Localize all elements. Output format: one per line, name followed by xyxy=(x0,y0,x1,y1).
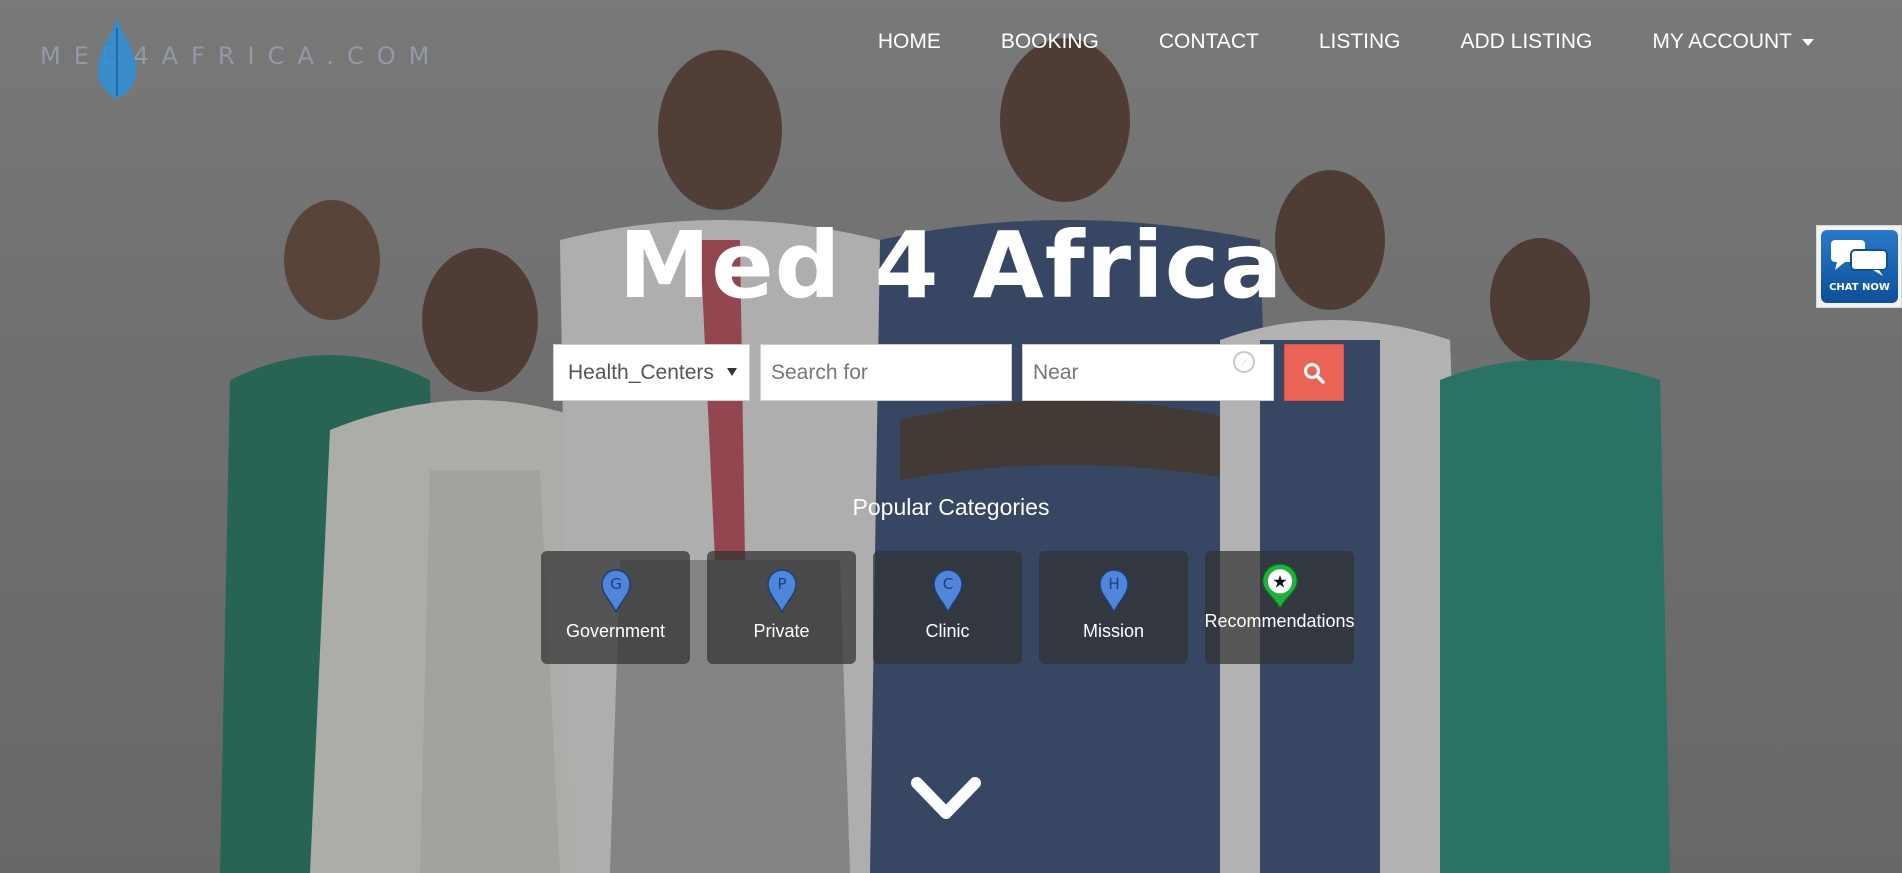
category-label: Clinic xyxy=(925,621,970,641)
category-mission[interactable]: H Mission xyxy=(1039,551,1188,664)
hero-title: Med 4 Africa xyxy=(618,212,1284,319)
nav-my-account-label: MY ACCOUNT xyxy=(1652,30,1792,53)
locate-icon[interactable] xyxy=(1232,350,1256,374)
nav-home-label: HOME xyxy=(877,30,941,53)
search-input[interactable] xyxy=(760,344,1012,401)
category-label: Mission xyxy=(1082,621,1144,641)
nav-contact[interactable]: CONTACT xyxy=(1129,30,1289,54)
search-button[interactable] xyxy=(1284,344,1344,401)
map-pin-h-icon: H xyxy=(1098,569,1129,613)
hero-background xyxy=(0,0,1902,873)
nav-booking[interactable]: BOOKING xyxy=(971,30,1129,54)
dropdown-arrow-icon xyxy=(727,367,737,376)
site-logo[interactable]: MED4AFRICA.COM xyxy=(40,18,429,98)
drop-icon xyxy=(97,18,137,98)
pin-letter: G xyxy=(610,575,622,593)
chevron-down-icon[interactable] xyxy=(911,775,981,825)
category-label: Private xyxy=(753,621,810,641)
nav-booking-label: BOOKING xyxy=(1000,30,1099,53)
pin-letter: H xyxy=(1108,575,1119,593)
category-government[interactable]: G Government xyxy=(541,551,690,664)
map-pin-g-icon: G xyxy=(600,569,631,613)
hero-overlay xyxy=(0,0,1902,873)
pin-letter: C xyxy=(942,575,952,593)
category-private[interactable]: P Private xyxy=(707,551,856,664)
category-label: Government xyxy=(565,621,666,641)
nav-contact-label: CONTACT xyxy=(1158,30,1259,53)
popular-categories-heading: Popular Categories xyxy=(852,494,1050,520)
nav-my-account[interactable]: MY ACCOUNT xyxy=(1622,30,1844,54)
category-select[interactable]: Health_Centers xyxy=(553,344,750,401)
pin-letter: ★ xyxy=(1272,572,1288,592)
search-icon xyxy=(1304,362,1325,384)
category-clinic[interactable]: C Clinic xyxy=(873,551,1022,664)
category-recommendations[interactable]: ★ Recommendations xyxy=(1204,551,1355,664)
search-bar: Health_Centers xyxy=(553,344,1344,401)
pin-letter: P xyxy=(777,575,786,593)
nav-add-listing[interactable]: ADD LISTING xyxy=(1431,30,1623,54)
main-nav: HOME BOOKING CONTACT LISTING ADD LISTING… xyxy=(848,30,1844,54)
category-select-value: Health_Centers xyxy=(568,360,714,384)
category-label: Recommendations xyxy=(1204,611,1355,631)
map-pin-star-icon: ★ xyxy=(1261,564,1298,609)
nav-listing[interactable]: LISTING xyxy=(1289,30,1431,54)
map-pin-p-icon: P xyxy=(766,569,797,613)
caret-down-icon xyxy=(1802,38,1814,46)
nav-add-listing-label: ADD LISTING xyxy=(1460,30,1593,53)
category-list: G Government P Private C Clinic H Missio… xyxy=(541,551,1355,664)
nav-home[interactable]: HOME xyxy=(848,30,971,54)
near-field xyxy=(1022,344,1274,401)
nav-listing-label: LISTING xyxy=(1318,30,1401,53)
map-pin-c-icon: C xyxy=(932,569,963,613)
